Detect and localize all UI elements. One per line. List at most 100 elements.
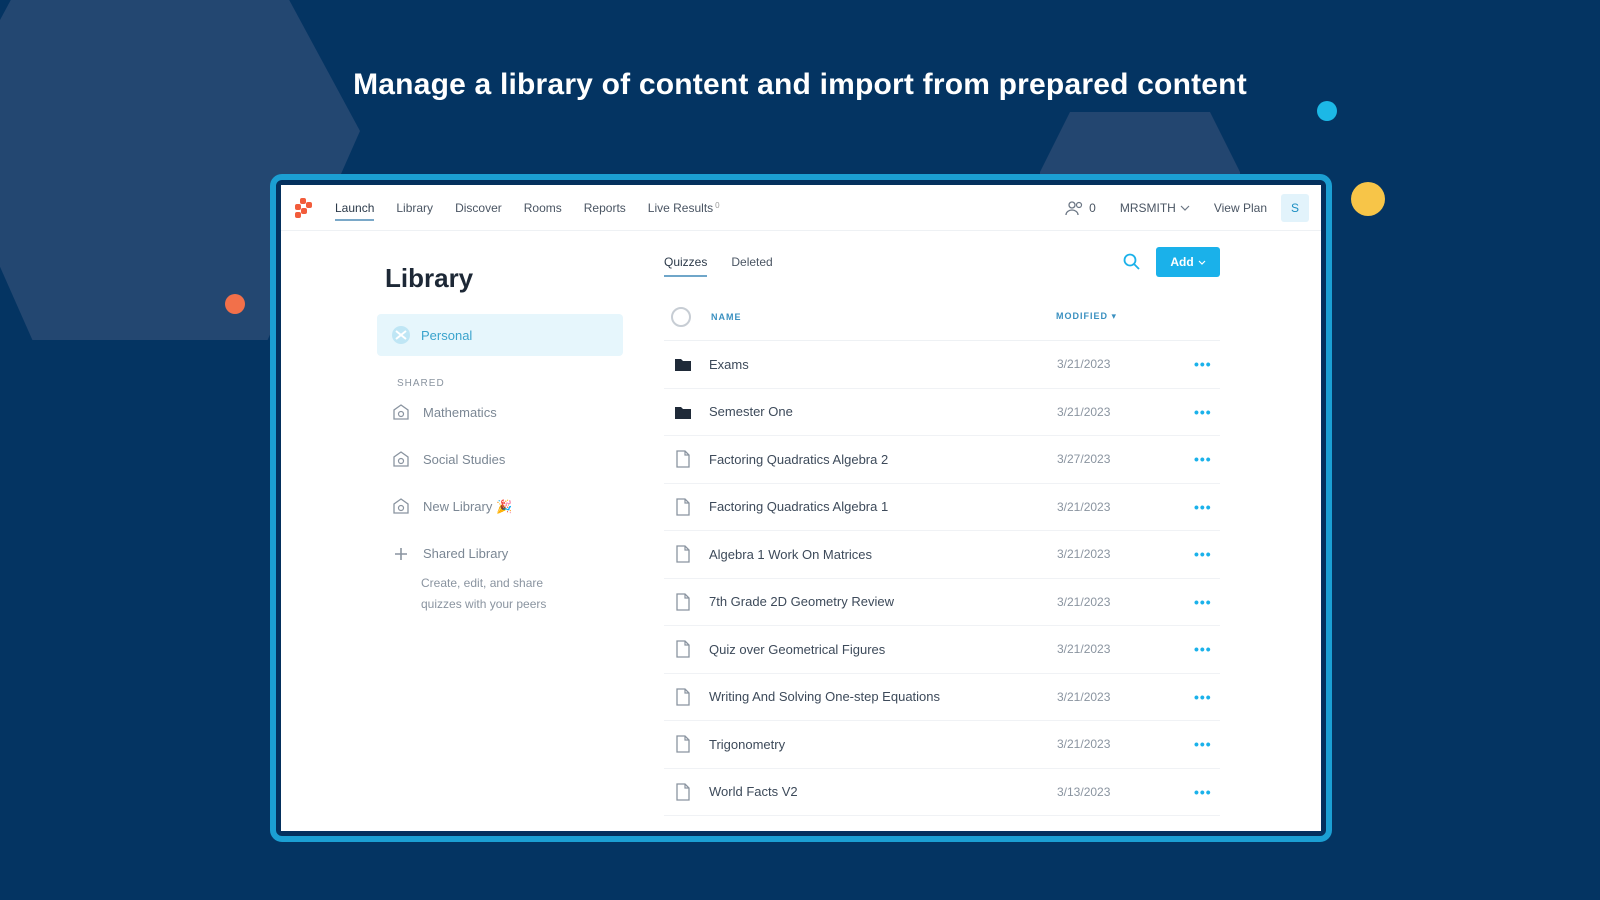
decorative-dot-yellow [1351, 182, 1385, 216]
app-window: Launch Library Discover Rooms Reports Li… [281, 185, 1321, 831]
library-rows: Exams 3/21/2023 ••• Semester One 3/21/2023 ••… [664, 341, 1220, 816]
document-icon [673, 450, 693, 468]
document-icon [673, 498, 693, 516]
shared-library-icon [393, 450, 409, 467]
table-row[interactable]: Semester One 3/21/2023 ••• [664, 389, 1220, 436]
table-row[interactable]: Quiz over Geometrical Figures 3/21/2023 ••… [664, 626, 1220, 674]
row-modified-date: 3/21/2023 [1057, 404, 1111, 419]
more-options-icon[interactable]: ••• [1194, 736, 1212, 752]
users-indicator[interactable]: 0 [1065, 200, 1096, 216]
page-title: Library [385, 263, 474, 293]
tab-quizzes[interactable]: Quizzes [664, 247, 708, 277]
live-results-count: 0 [715, 200, 720, 210]
sidebar-item-social-studies[interactable]: Social Studies [377, 436, 623, 483]
more-options-icon[interactable]: ••• [1194, 689, 1212, 705]
column-header-name[interactable]: NAME [711, 312, 742, 322]
nav-reports[interactable]: Reports [584, 187, 626, 229]
library-tools: Add [1122, 247, 1220, 277]
sidebar-item-label: Personal [421, 327, 473, 343]
row-name[interactable]: Writing And Solving One-step Equations [709, 689, 940, 704]
row-name[interactable]: Factoring Quadratics Algebra 1 [709, 499, 888, 514]
more-options-icon[interactable]: ••• [1194, 499, 1212, 515]
nav-live-results[interactable]: Live Results 0 [648, 187, 720, 229]
more-options-icon[interactable]: ••• [1194, 451, 1212, 467]
more-options-icon[interactable]: ••• [1194, 594, 1212, 610]
document-icon [673, 783, 693, 801]
tab-deleted[interactable]: Deleted [731, 247, 772, 277]
document-icon [673, 688, 693, 706]
nav-rooms[interactable]: Rooms [524, 187, 562, 229]
row-name[interactable]: Semester One [709, 404, 793, 419]
view-plan-link[interactable]: View Plan [1214, 201, 1267, 215]
sidebar-item-mathematics[interactable]: Mathematics [377, 389, 623, 436]
search-icon[interactable] [1122, 252, 1142, 272]
table-row[interactable]: Factoring Quadratics Algebra 1 3/21/2023 •… [664, 484, 1220, 531]
more-options-icon[interactable]: ••• [1194, 404, 1212, 420]
sort-caret-icon: ▾ [1111, 311, 1118, 321]
app-logo-icon[interactable] [293, 197, 313, 218]
users-icon [1065, 200, 1083, 215]
select-all-checkbox[interactable] [671, 306, 691, 327]
more-options-icon[interactable]: ••• [1194, 546, 1212, 562]
row-modified-date: 3/13/2023 [1057, 784, 1111, 799]
sidebar-item-label: Mathematics [423, 405, 497, 420]
shared-section-label: SHARED [397, 378, 445, 389]
table-row[interactable]: 7th Grade 2D Geometry Review 3/21/2023 ••• [664, 579, 1220, 626]
table-row[interactable]: Trigonometry 3/21/2023 ••• [664, 721, 1220, 769]
row-name[interactable]: Factoring Quadratics Algebra 2 [709, 452, 888, 467]
chevron-down-icon [1198, 260, 1206, 265]
row-name[interactable]: Trigonometry [709, 737, 785, 752]
row-name[interactable]: World Facts V2 [709, 784, 798, 799]
sidebar-item-label: New Library 🎉 [423, 498, 513, 514]
row-modified-date: 3/21/2023 [1057, 689, 1111, 704]
add-button[interactable]: Add [1156, 247, 1220, 277]
row-name[interactable]: Algebra 1 Work On Matrices [709, 547, 872, 562]
user-menu[interactable]: MRSMITH [1120, 201, 1190, 215]
row-name[interactable]: 7th Grade 2D Geometry Review [709, 594, 894, 609]
document-icon [673, 735, 693, 753]
row-modified-date: 3/27/2023 [1057, 452, 1111, 467]
row-modified-date: 3/21/2023 [1057, 547, 1111, 562]
nav-right: 0 MRSMITH View Plan S [1065, 193, 1309, 222]
table-row[interactable]: Writing And Solving One-step Equations 3/… [664, 674, 1220, 721]
decorative-dot-cyan [1317, 101, 1337, 121]
table-row[interactable]: Factoring Quadratics Algebra 2 3/27/2023 •… [664, 436, 1220, 484]
more-options-icon[interactable]: ••• [1194, 356, 1212, 372]
column-header-modified[interactable]: MODIFIED ▾ [1056, 311, 1117, 322]
decorative-dot-orange [225, 294, 245, 314]
users-count: 0 [1089, 200, 1096, 215]
nav-discover[interactable]: Discover [455, 187, 502, 229]
more-options-icon[interactable]: ••• [1194, 641, 1212, 657]
add-button-label: Add [1170, 255, 1194, 269]
table-row[interactable]: World Facts V2 3/13/2023 ••• [664, 769, 1220, 816]
row-modified-date: 3/21/2023 [1057, 499, 1111, 514]
row-name[interactable]: Quiz over Geometrical Figures [709, 642, 885, 657]
library-tabs: Quizzes Deleted Add [664, 231, 1220, 293]
sidebar-item-personal[interactable]: Personal [377, 314, 623, 356]
sidebar-item-shared-library[interactable]: Shared Library [377, 530, 623, 577]
shared-library-description-line: quizzes with your peers [421, 597, 547, 611]
promo-headline: Manage a library of content and import f… [353, 68, 1247, 101]
username: MRSMITH [1119, 200, 1176, 215]
row-name[interactable]: Exams [709, 357, 749, 372]
table-row[interactable]: Exams 3/21/2023 ••• [664, 341, 1220, 389]
column-header-modified-label: MODIFIED [1056, 311, 1108, 321]
nav-library[interactable]: Library [396, 187, 433, 229]
nav-launch[interactable]: Launch [335, 187, 375, 229]
row-modified-date: 3/21/2023 [1057, 642, 1111, 657]
personal-library-icon [392, 326, 410, 344]
app-frame: Launch Library Discover Rooms Reports Li… [270, 174, 1332, 842]
shared-library-description: Create, edit, and share quizzes with you… [377, 573, 623, 615]
table-row[interactable]: Algebra 1 Work On Matrices 3/21/2023 ••• [664, 531, 1220, 579]
nav-live-results-label: Live Results [647, 200, 714, 215]
chevron-down-icon [1180, 205, 1190, 211]
sidebar-item-new-library[interactable]: New Library 🎉 [377, 483, 623, 530]
folder-icon [673, 356, 693, 372]
shared-library-icon [393, 403, 409, 420]
avatar[interactable]: S [1281, 193, 1309, 222]
shared-library-description-line: Create, edit, and share [421, 576, 544, 590]
document-icon [673, 640, 693, 658]
more-options-icon[interactable]: ••• [1194, 784, 1212, 800]
library-sidebar: Library Personal SHARED Mathematics Soci… [377, 231, 623, 615]
plus-icon [395, 547, 407, 560]
